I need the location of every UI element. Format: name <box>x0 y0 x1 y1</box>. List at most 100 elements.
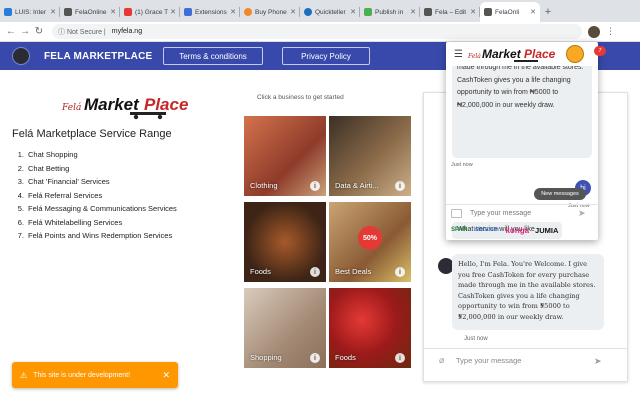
partner-spar[interactable]: SPAR <box>451 227 467 233</box>
address-bar[interactable]: ⓘ Not Secure | myfela.ng <box>52 24 582 39</box>
discount-badge: 50% <box>358 226 382 250</box>
message-time: Just now <box>451 162 473 168</box>
toast-text: This site is under development! <box>33 371 131 379</box>
close-icon[interactable]: ✕ <box>230 8 236 16</box>
list-item: 7. Felá Points and Wins Redemption Servic… <box>12 231 177 245</box>
list-item: 2. Chat Betting <box>12 164 177 178</box>
partner-wakanow[interactable]: Wakanow <box>473 227 499 233</box>
security-indicator[interactable]: ⓘ Not Secure | <box>58 27 106 37</box>
browser-tab[interactable]: Buy Phone ✕ <box>240 2 300 22</box>
chat-input[interactable]: Type your message <box>456 356 521 365</box>
hamburger-icon[interactable]: ☰ <box>454 49 463 60</box>
back-arrow-icon[interactable]: ← <box>4 25 18 39</box>
browser-tab-active[interactable]: FelaOnli ✕ <box>480 2 540 22</box>
browser-tab[interactable]: LUIS: Inter ✕ <box>0 2 60 22</box>
business-tile-data-airtime[interactable]: Data & Airti... i <box>329 116 411 196</box>
service-label: Felá Referral Services <box>28 190 103 200</box>
send-icon[interactable]: ➤ <box>578 208 586 219</box>
service-list: 1. Chat Shopping 2. Chat Betting 3. Chat 'F… <box>12 150 177 245</box>
extension-fela-icon[interactable] <box>588 25 600 38</box>
tab-favicon-icon <box>304 8 312 16</box>
svg-text:Place: Place <box>144 95 188 114</box>
info-icon[interactable]: i <box>395 181 405 191</box>
service-label: Felá Points and Wins Redemption Services <box>28 231 173 240</box>
tab-favicon-icon <box>124 8 132 16</box>
list-item: 4. Felá Referral Services <box>12 191 177 205</box>
service-label: Felá Whitelabelling Services <box>28 217 123 227</box>
brand-title: FELA MARKETPLACE <box>44 50 153 62</box>
cashtoken-coin-icon <box>566 45 584 63</box>
partner-logos: SPAR Wakanow konga JUMIA <box>446 222 598 238</box>
tile-label: Best Deals <box>335 267 372 276</box>
attachment-icon[interactable]: ⌀ <box>439 355 444 366</box>
close-icon[interactable]: ✕ <box>470 8 476 16</box>
service-label: Felá Messaging & Communications Services <box>28 204 177 213</box>
close-icon[interactable]: ✕ <box>290 8 296 16</box>
business-tile-shopping[interactable]: Shopping i <box>244 288 326 368</box>
popup-message-text: made through me in the available stores.… <box>457 64 584 109</box>
message-time: Just now <box>464 336 488 342</box>
business-grid: Clothing i Data & Airti... i Foods i Bes… <box>244 116 411 368</box>
business-tile-clothing[interactable]: Clothing i <box>244 116 326 196</box>
privacy-button[interactable]: Privacy Policy <box>282 47 370 65</box>
send-icon[interactable]: ➤ <box>594 356 602 367</box>
tab-title: Fela – Edit <box>435 8 467 16</box>
list-item: 1. Chat Shopping <box>12 150 177 164</box>
info-icon[interactable]: i <box>310 267 320 277</box>
service-label: Chat 'Financial' Services <box>28 177 110 186</box>
svg-text:Felá: Felá <box>467 53 481 60</box>
close-icon[interactable]: ✕ <box>170 8 176 16</box>
new-messages-button[interactable]: New messages <box>534 188 586 200</box>
terms-button[interactable]: Terms & conditions <box>163 47 263 65</box>
list-item: 5. Felá Messaging & Communications Servic… <box>12 204 177 218</box>
info-icon[interactable]: i <box>395 267 405 277</box>
browser-tab[interactable]: Quickteller ✕ <box>300 2 360 22</box>
tab-favicon-icon <box>4 8 12 16</box>
screen: LUIS: Inter ✕ FelaOnline ✕ (1) Grace T ✕ Ex… <box>0 0 640 400</box>
close-icon[interactable]: ✕ <box>410 8 416 16</box>
close-icon[interactable]: ✕ <box>530 8 536 16</box>
service-label: Chat Betting <box>28 163 70 173</box>
browser-tab[interactable]: Extensions ✕ <box>180 2 240 22</box>
info-icon[interactable]: i <box>395 353 405 363</box>
svg-text:Felá: Felá <box>61 102 81 113</box>
business-tile-foods-2[interactable]: Foods i <box>329 288 411 368</box>
partner-jumia[interactable]: JUMIA <box>535 226 558 235</box>
url-text: myfela.ng <box>111 28 143 35</box>
tab-title: Quickteller <box>315 8 346 16</box>
browser-tab[interactable]: (1) Grace T ✕ <box>120 2 180 22</box>
svg-text:Market: Market <box>482 47 522 61</box>
fela-marketplace-logo: Felá Market Place <box>61 95 188 120</box>
partner-konga[interactable]: konga <box>505 226 529 235</box>
list-item: 6. Felá Whitelabelling Services <box>12 218 177 232</box>
close-icon[interactable]: ✕ <box>110 8 116 16</box>
browser-tab[interactable]: Publish in ✕ <box>360 2 420 22</box>
service-range-title: Felá Marketplace Service Range <box>12 128 172 140</box>
tile-label: Shopping <box>250 353 282 362</box>
close-icon[interactable]: ✕ <box>350 8 356 16</box>
tile-label: Clothing <box>250 181 278 190</box>
svg-text:Market: Market <box>84 95 140 114</box>
business-tile-foods[interactable]: Foods i <box>244 202 326 282</box>
tab-favicon-icon <box>184 8 192 16</box>
warning-icon: ⚠ <box>20 370 28 380</box>
new-tab-icon[interactable]: + <box>540 2 556 22</box>
close-icon[interactable]: ✕ <box>50 8 56 16</box>
popup-chat-input[interactable]: Type your message <box>470 210 531 217</box>
divider <box>446 204 598 205</box>
browser-tab[interactable]: FelaOnline ✕ <box>60 2 120 22</box>
info-icon[interactable]: i <box>310 181 320 191</box>
info-icon[interactable]: i <box>310 353 320 363</box>
browser-tab-strip: LUIS: Inter ✕ FelaOnline ✕ (1) Grace T ✕ Ex… <box>0 0 640 22</box>
tab-favicon-icon <box>244 8 252 16</box>
image-icon[interactable] <box>451 209 462 218</box>
tab-title: Buy Phone <box>255 8 287 16</box>
kebab-menu-icon[interactable]: ⋮ <box>606 26 615 37</box>
tab-favicon-icon <box>364 8 372 16</box>
forward-arrow-icon[interactable]: → <box>18 25 32 39</box>
close-icon[interactable]: ✕ <box>162 370 170 381</box>
tab-title: Publish in <box>375 8 404 16</box>
reload-icon[interactable]: ↻ <box>32 25 46 39</box>
browser-tab[interactable]: Fela – Edit ✕ <box>420 2 480 22</box>
security-text: Not Secure <box>66 28 102 36</box>
